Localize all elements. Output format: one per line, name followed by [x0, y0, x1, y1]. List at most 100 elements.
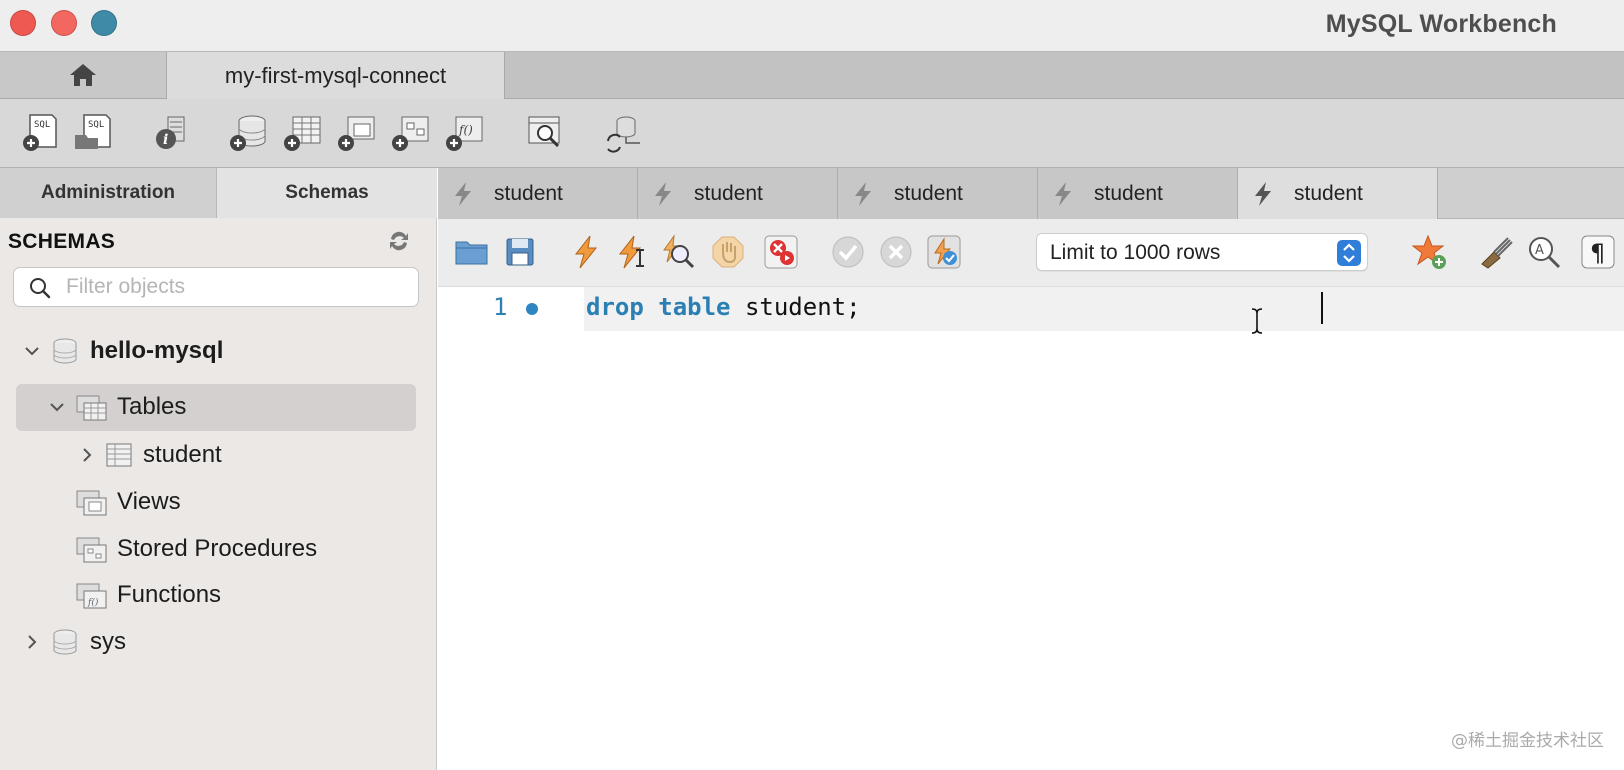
- editor-toolbar: Limit to 1000 rows A ¶: [438, 219, 1624, 287]
- lightning-icon: [1255, 181, 1271, 206]
- svg-text:A: A: [1535, 243, 1544, 258]
- lightning-icon: [1055, 181, 1071, 206]
- stop-on-error-icon[interactable]: [763, 234, 799, 270]
- schemas-heading: SCHEMAS: [8, 230, 116, 253]
- connection-tab-bar: my-first-mysql-connect: [0, 52, 1624, 99]
- tree-item-schema-sys[interactable]: sys: [22, 619, 126, 665]
- tab-schemas[interactable]: Schemas: [217, 168, 437, 218]
- find-icon[interactable]: A: [1526, 234, 1562, 270]
- watermark: @稀土掘金技术社区: [1451, 731, 1604, 751]
- refresh-icon[interactable]: [386, 228, 412, 254]
- add-snippet-icon[interactable]: [1412, 234, 1448, 270]
- query-tab[interactable]: student: [638, 168, 838, 219]
- create-view-icon[interactable]: [336, 111, 378, 153]
- close-window-button[interactable]: [10, 10, 36, 36]
- new-sql-tab-icon[interactable]: SQL: [20, 111, 62, 153]
- sql-identifier: student;: [744, 293, 861, 321]
- save-icon[interactable]: [502, 234, 538, 270]
- ibeam-cursor-icon: [1251, 308, 1263, 334]
- database-icon: [53, 629, 77, 655]
- table-icon: [106, 443, 132, 467]
- schema-name: hello-mysql: [90, 337, 224, 364]
- select-stepper[interactable]: [1337, 240, 1361, 266]
- inspector-search-icon[interactable]: [525, 111, 567, 153]
- tree-item-views[interactable]: Views: [75, 479, 181, 525]
- procedures-folder-icon: [76, 537, 107, 563]
- query-tab-label: student: [894, 181, 963, 205]
- tree-item-stored-procedures[interactable]: Stored Procedures: [75, 526, 317, 572]
- query-tab-bar: student student student student student: [438, 168, 1624, 219]
- main-toolbar: SQL SQL i f(): [0, 99, 1624, 168]
- filter-objects-input[interactable]: [66, 272, 406, 302]
- query-tab-active[interactable]: student: [1238, 168, 1438, 219]
- stored-procedures-label: Stored Procedures: [117, 535, 318, 562]
- svg-text:SQL: SQL: [88, 120, 104, 130]
- text-caret: [1321, 292, 1323, 324]
- execute-icon[interactable]: [568, 234, 604, 270]
- filter-objects-box: [13, 267, 419, 307]
- search-icon: [30, 278, 51, 299]
- autocommit-toggle-icon[interactable]: [926, 234, 962, 270]
- chevron-down-icon[interactable]: [47, 397, 67, 417]
- sql-keyword: drop: [586, 293, 644, 321]
- lightning-icon: [855, 181, 871, 206]
- rollback-icon[interactable]: [878, 234, 914, 270]
- create-table-icon[interactable]: [282, 111, 324, 153]
- reconnect-icon[interactable]: [602, 111, 644, 153]
- query-tab[interactable]: student: [438, 168, 638, 219]
- views-folder-icon: [76, 490, 107, 516]
- sidebar-tabs: Administration Schemas: [0, 168, 437, 218]
- beautify-icon[interactable]: [1478, 234, 1514, 270]
- home-icon: [70, 64, 96, 86]
- svg-text:¶: ¶: [1590, 239, 1605, 267]
- svg-text:f(): f(): [87, 597, 99, 608]
- tab-administration[interactable]: Administration: [0, 168, 217, 218]
- chevron-right-icon[interactable]: [22, 632, 42, 652]
- open-file-icon[interactable]: [454, 234, 490, 270]
- updown-chevron-icon: [1343, 243, 1355, 263]
- chevron-down-icon[interactable]: [22, 341, 42, 361]
- sql-editor[interactable]: 1 drop table student;: [438, 287, 1624, 770]
- svg-text:i: i: [163, 132, 168, 148]
- query-tab-label: student: [494, 181, 563, 205]
- execute-current-statement-icon[interactable]: [614, 234, 650, 270]
- tree-item-schema-hello-mysql[interactable]: hello-mysql: [22, 328, 223, 374]
- invisible-characters-icon[interactable]: ¶: [1580, 234, 1616, 270]
- limit-rows-select[interactable]: Limit to 1000 rows: [1036, 233, 1368, 271]
- lightning-icon: [455, 181, 471, 206]
- tree-item-tables[interactable]: Tables: [47, 384, 186, 430]
- create-schema-icon[interactable]: [228, 111, 270, 153]
- connection-tab[interactable]: my-first-mysql-connect: [167, 52, 505, 99]
- commit-icon[interactable]: [830, 234, 866, 270]
- query-tab[interactable]: student: [838, 168, 1038, 219]
- tree-item-functions[interactable]: f() Functions: [75, 572, 221, 618]
- minimize-window-button[interactable]: [51, 10, 77, 36]
- query-tab-label: student: [1294, 181, 1363, 205]
- limit-rows-value: Limit to 1000 rows: [1050, 241, 1221, 264]
- functions-label: Functions: [117, 581, 222, 608]
- statement-marker: [526, 303, 538, 315]
- code-line[interactable]: drop table student;: [586, 293, 861, 321]
- tree-item-table-student[interactable]: student: [77, 432, 222, 478]
- functions-folder-icon: f(): [76, 583, 107, 609]
- home-tab[interactable]: [0, 52, 167, 98]
- navigator-sidebar: Administration Schemas SCHEMAS hello-mys…: [0, 168, 437, 770]
- svg-text:SQL: SQL: [34, 120, 50, 130]
- query-tab-label: student: [694, 181, 763, 205]
- stop-icon[interactable]: [710, 234, 746, 270]
- query-tab[interactable]: student: [1038, 168, 1238, 219]
- svg-text:f(): f(): [458, 123, 473, 137]
- query-tab-label: student: [1094, 181, 1163, 205]
- views-label: Views: [117, 488, 181, 515]
- explain-icon[interactable]: [660, 234, 696, 270]
- lightning-icon: [655, 181, 671, 206]
- server-info-icon[interactable]: i: [150, 111, 192, 153]
- line-number: 1: [493, 293, 508, 321]
- zoom-window-button[interactable]: [91, 10, 117, 36]
- create-function-icon[interactable]: f(): [444, 111, 486, 153]
- sql-keyword: table: [658, 293, 731, 321]
- open-sql-script-icon[interactable]: SQL: [72, 111, 114, 153]
- chevron-right-icon[interactable]: [77, 445, 97, 465]
- create-procedure-icon[interactable]: [390, 111, 432, 153]
- schema-name: sys: [90, 628, 126, 655]
